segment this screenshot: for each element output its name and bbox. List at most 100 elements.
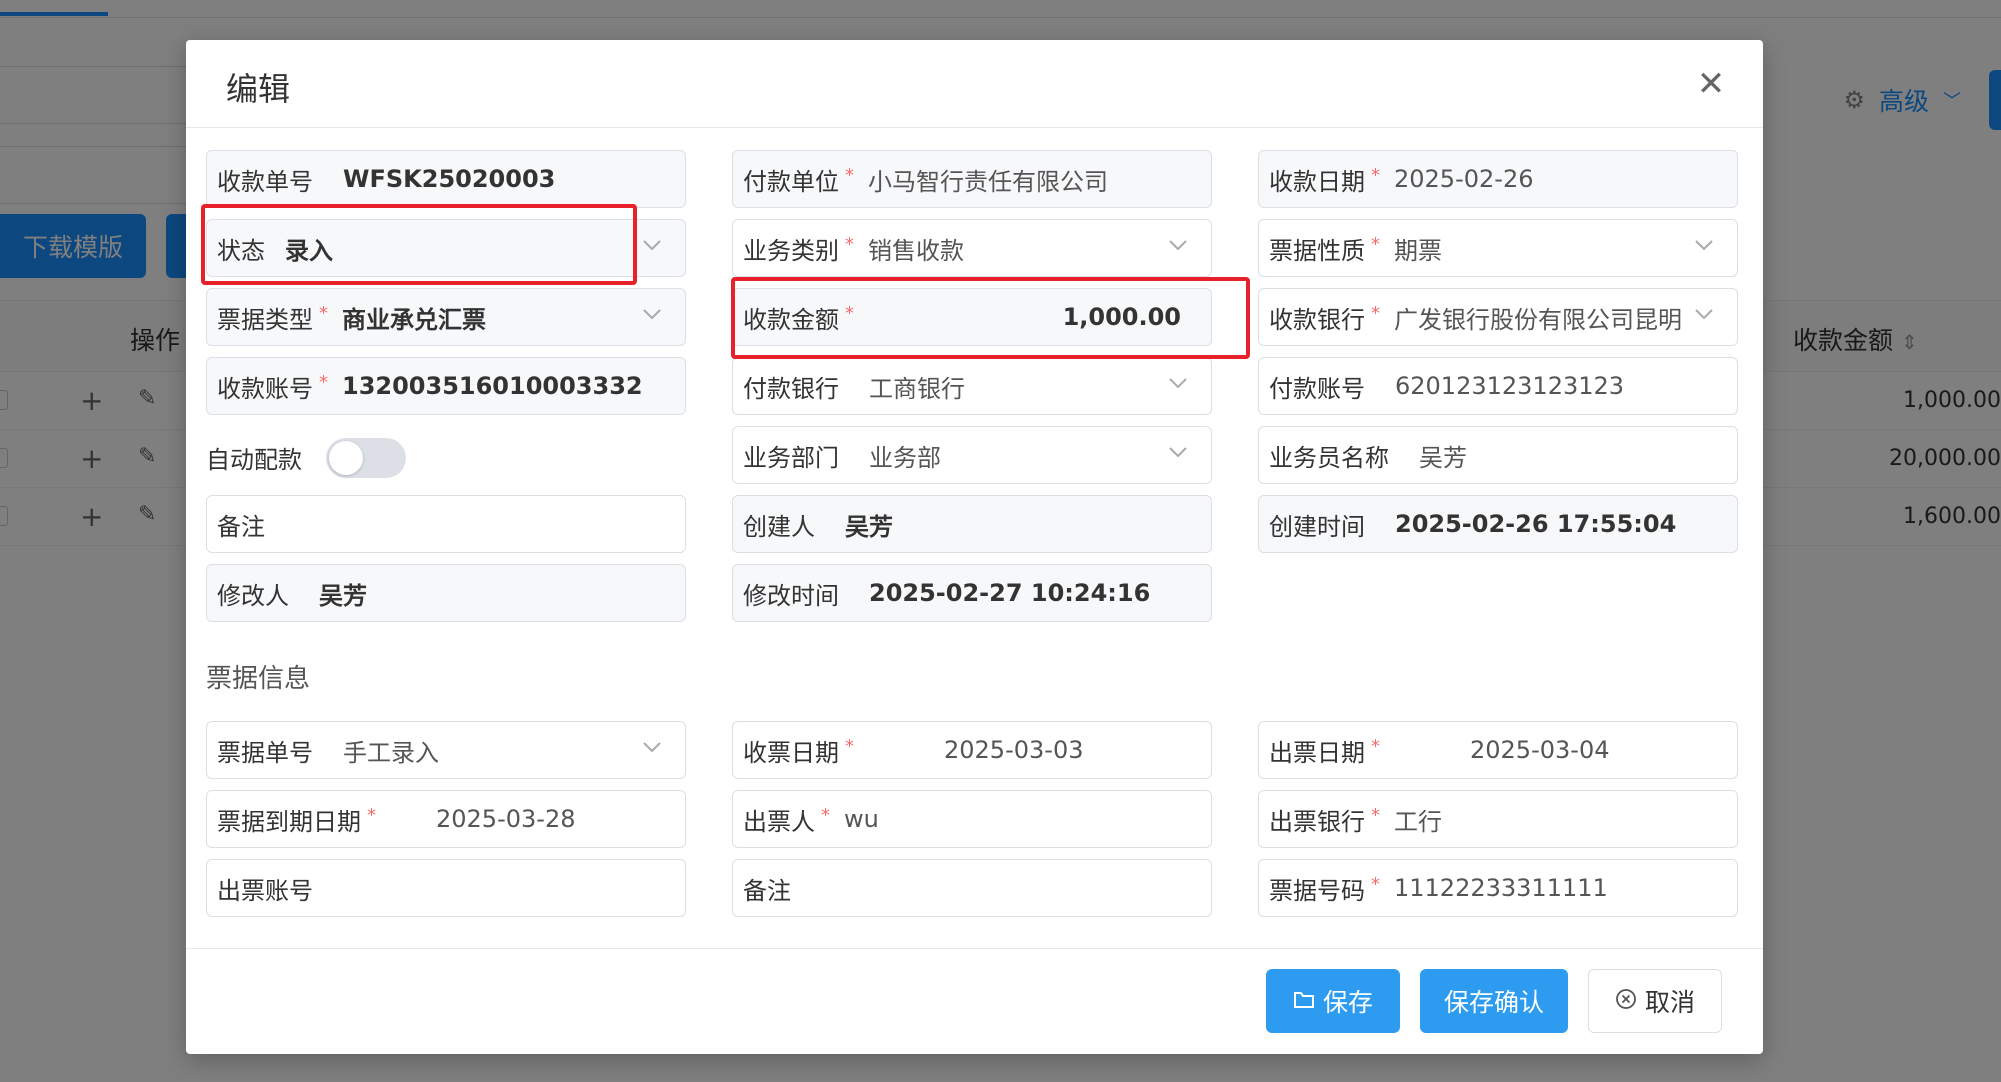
drawer-field[interactable]: 出票人 * wu (732, 790, 1212, 848)
field-value: 销售收款 (868, 236, 964, 265)
field-label: 付款账号 (1269, 374, 1365, 403)
bill-code-field[interactable]: 票据号码 * 11122233311111 (1258, 859, 1738, 917)
required-mark: * (1371, 234, 1380, 255)
required-mark: * (1371, 165, 1380, 186)
receipt-no-field[interactable]: 收款单号 WFSK25020003 (206, 150, 686, 208)
field-label: 收款账号 (217, 374, 313, 403)
field-value: 广发银行股份有限公司昆明 (1394, 305, 1682, 334)
field-value: 11122233311111 (1394, 874, 1608, 902)
drawer-bank-field[interactable]: 出票银行 * 工行 (1258, 790, 1738, 848)
field-label: 票据号码 (1269, 876, 1365, 905)
created-at-field: 创建时间 2025-02-26 17:55:04 (1258, 495, 1738, 553)
amount-highlight-box (731, 277, 1250, 359)
field-value: 期票 (1394, 236, 1442, 265)
save-button[interactable]: 保存 (1266, 969, 1400, 1033)
required-mark: * (845, 736, 854, 757)
required-mark: * (1371, 736, 1380, 757)
bill-section-title: 票据信息 (206, 664, 311, 694)
field-label: 付款单位 (743, 167, 839, 196)
receipt-account-field[interactable]: 收款账号 * 132003516010003332 (206, 357, 686, 415)
field-label: 备注 (217, 512, 265, 541)
field-value: 2025-02-26 (1394, 165, 1534, 193)
auto-match-toggle[interactable] (326, 438, 406, 478)
chevron-down-icon (1693, 234, 1715, 256)
field-value: 吴芳 (1419, 443, 1467, 472)
required-mark: * (1371, 303, 1380, 324)
auto-match-label: 自动配款 (206, 446, 302, 474)
field-value: 商业承兑汇票 (342, 305, 486, 334)
field-label: 创建人 (743, 512, 815, 541)
field-label: 票据单号 (217, 738, 313, 767)
required-mark: * (1371, 805, 1380, 826)
field-label: 出票账号 (217, 876, 313, 905)
folder-icon (1293, 987, 1315, 1016)
salesperson-field[interactable]: 业务员名称 吴芳 (1258, 426, 1738, 484)
bill-receive-date-field[interactable]: 收票日期 * 2025-03-03 (732, 721, 1212, 779)
field-value: 业务部 (869, 443, 941, 472)
save-label: 保存 (1322, 988, 1373, 1017)
chevron-down-icon (1167, 234, 1189, 256)
field-label: 业务类别 (743, 236, 839, 265)
save-confirm-label: 保存确认 (1443, 988, 1544, 1017)
dialog-header: 编辑 ✕ (186, 40, 1763, 128)
field-value: 吴芳 (845, 512, 893, 541)
creator-field: 创建人 吴芳 (732, 495, 1212, 553)
field-value: WFSK25020003 (343, 165, 556, 193)
field-label: 修改人 (217, 581, 289, 610)
drawer-account-field[interactable]: 出票账号 (206, 859, 686, 917)
bill-type-select[interactable]: 票据类型 * 商业承兑汇票 (206, 288, 686, 346)
edit-dialog: 编辑 ✕ 收款单号 WFSK25020003 付款单位 * 小马智行责任有限公司 … (186, 40, 1763, 1054)
field-value: 2025-03-28 (436, 805, 576, 833)
required-mark: * (367, 805, 376, 826)
field-label: 票据到期日期 (217, 807, 361, 836)
required-mark: * (845, 234, 854, 255)
status-highlight-box (201, 204, 637, 285)
bill-due-date-field[interactable]: 票据到期日期 * 2025-03-28 (206, 790, 686, 848)
field-value: 2025-02-27 10:24:16 (869, 579, 1151, 607)
chevron-down-icon (641, 234, 663, 256)
dialog-title: 编辑 (226, 70, 291, 108)
receipt-bank-select[interactable]: 收款银行 * 广发银行股份有限公司昆明 (1258, 288, 1738, 346)
field-value: 132003516010003332 (342, 372, 643, 400)
payer-field[interactable]: 付款单位 * 小马智行责任有限公司 (732, 150, 1212, 208)
required-mark: * (319, 303, 328, 324)
field-label: 收款银行 (1269, 305, 1365, 334)
chevron-down-icon (641, 303, 663, 325)
field-label: 业务员名称 (1269, 443, 1389, 472)
receipt-date-field[interactable]: 收款日期 * 2025-02-26 (1258, 150, 1738, 208)
modified-at-field: 修改时间 2025-02-27 10:24:16 (732, 564, 1212, 622)
field-label: 付款银行 (743, 374, 839, 403)
remark-field[interactable]: 备注 (206, 495, 686, 553)
field-label: 出票日期 (1269, 738, 1365, 767)
field-label: 票据类型 (217, 305, 313, 334)
chevron-down-icon (1167, 372, 1189, 394)
bill-issue-date-field[interactable]: 出票日期 * 2025-03-04 (1258, 721, 1738, 779)
bill-nature-select[interactable]: 票据性质 * 期票 (1258, 219, 1738, 277)
field-value: 小马智行责任有限公司 (868, 167, 1108, 196)
business-type-select[interactable]: 业务类别 * 销售收款 (732, 219, 1212, 277)
cancel-label: 取消 (1644, 988, 1695, 1017)
close-icon[interactable]: ✕ (1693, 66, 1729, 102)
required-mark: * (319, 372, 328, 393)
field-label: 收款单号 (217, 167, 313, 196)
bill-remark-field[interactable]: 备注 (732, 859, 1212, 917)
field-label: 收票日期 (743, 738, 839, 767)
field-value: 2025-02-26 17:55:04 (1395, 510, 1677, 538)
save-confirm-button[interactable]: 保存确认 (1420, 969, 1568, 1033)
payer-bank-select[interactable]: 付款银行 工商银行 (732, 357, 1212, 415)
department-select[interactable]: 业务部门 业务部 (732, 426, 1212, 484)
chevron-down-icon (1693, 303, 1715, 325)
required-mark: * (821, 805, 830, 826)
field-value: 620123123123123 (1395, 372, 1625, 400)
chevron-down-icon (641, 736, 663, 758)
toggle-knob (329, 441, 363, 475)
close-circle-icon (1615, 987, 1637, 1016)
payer-account-field[interactable]: 付款账号 620123123123123 (1258, 357, 1738, 415)
field-label: 备注 (743, 876, 791, 905)
field-label: 票据性质 (1269, 236, 1365, 265)
field-value: 工商银行 (869, 374, 965, 403)
bill-no-select[interactable]: 票据单号 手工录入 (206, 721, 686, 779)
field-label: 修改时间 (743, 581, 839, 610)
cancel-button[interactable]: 取消 (1588, 969, 1722, 1033)
chevron-down-icon (1167, 441, 1189, 463)
